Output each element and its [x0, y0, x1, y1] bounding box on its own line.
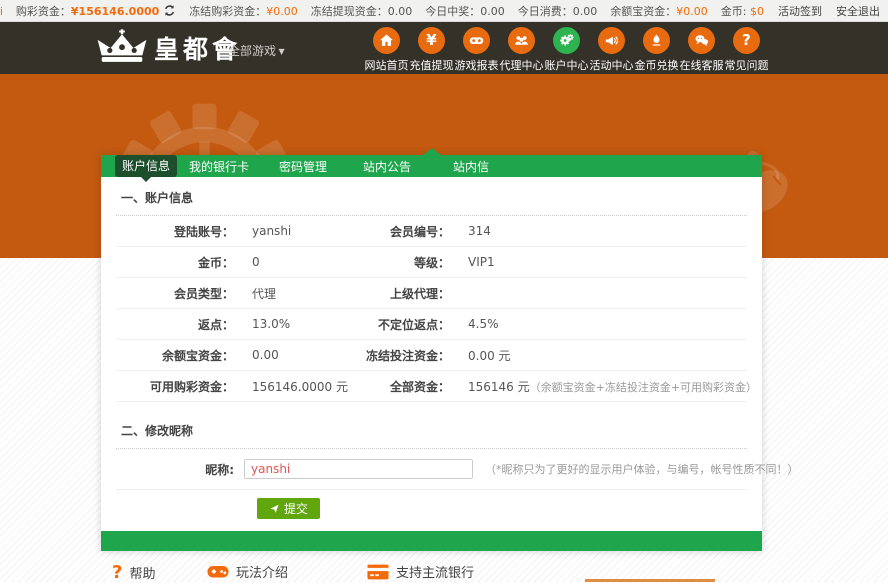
logout-link[interactable]: 安全退出	[836, 3, 880, 19]
bank-card-icon	[367, 564, 389, 580]
nav-item-game-reports[interactable]: 游戏报表	[454, 27, 499, 73]
tab-account-info[interactable]: 账户信息	[115, 155, 177, 177]
stat-today-spend: 今日消费：0.00	[518, 3, 598, 19]
section-title-nickname: 二、修改昵称	[116, 410, 747, 449]
nav-item-account-center[interactable]: 账户中心	[544, 27, 589, 73]
question-icon: ?	[733, 27, 760, 54]
nav-items: 网站首页 ¥ 充值提现 游戏报表 代理中心 账户中心	[364, 27, 769, 73]
tab-announcements[interactable]: 站内公告	[345, 158, 429, 175]
section-title-account: 一、账户信息	[116, 177, 747, 216]
gamepad-icon	[207, 564, 229, 580]
nickname-row: 昵称: （*昵称只为了更好的显示用户体验，与编号，帐号性质不同！）	[116, 449, 747, 489]
nav-item-home[interactable]: 网站首页	[364, 27, 409, 73]
username: yanshi	[0, 5, 3, 18]
gears-icon	[553, 27, 580, 54]
topbar: 您好，yanshi 购彩资金：¥156146.0000 冻结购彩资金：¥0.00…	[0, 0, 888, 22]
nav-item-gold-exchange[interactable]: 金币兑换	[634, 27, 679, 73]
nav-item-recharge[interactable]: ¥ 充值提现	[409, 27, 454, 73]
crown-icon	[96, 29, 148, 67]
home-icon	[373, 27, 400, 54]
nav-item-activity-center[interactable]: 活动中心	[589, 27, 634, 73]
stat-frozen-withdraw: 冻结提现资金：0.00	[311, 3, 413, 19]
refresh-icon[interactable]	[163, 4, 176, 17]
submit-row: 提交	[116, 489, 747, 531]
tab-password[interactable]: 密码管理	[261, 158, 345, 175]
nickname-input[interactable]	[244, 459, 473, 479]
card-body: 一、账户信息 登陆账号： yanshi 会员编号： 314 金币： 0 等级： …	[101, 177, 762, 531]
signin-link[interactable]: 活动签到	[778, 3, 822, 19]
flame-coin-icon	[643, 27, 670, 54]
navbar: 皇都會 全部游戏 ▼ 网站首页 ¥ 充值提现 游戏报表 代理中心	[0, 22, 888, 74]
total-funds-note: （余额宝资金+冻结投注资金+可用购彩资金）	[530, 381, 757, 394]
account-info-card: 账户信息 我的银行卡 密码管理 站内公告 站内信 一、账户信息 登陆账号： ya…	[101, 155, 762, 551]
chat-icon	[688, 27, 715, 54]
stat-today-win: 今日中奖：0.00	[425, 3, 505, 19]
users-icon	[508, 27, 535, 54]
brand-logo[interactable]: 皇都會	[96, 29, 241, 67]
stat-yuebao: 余额宝资金：¥0.00	[610, 3, 708, 19]
question-icon: ?	[112, 562, 122, 583]
send-icon	[269, 503, 280, 514]
gamepad-icon	[463, 27, 490, 54]
stat-frozen-purchase: 冻结购彩资金：¥0.00	[189, 3, 298, 19]
stat-gold: 金币: $0	[721, 3, 764, 19]
footer-banks-link[interactable]: 支持主流银行	[367, 562, 474, 581]
purchase-funds: 购彩资金：¥156146.0000	[16, 3, 159, 19]
nav-item-agent-center[interactable]: 代理中心	[499, 27, 544, 73]
greeting: 您好，yanshi	[0, 3, 3, 19]
all-games-dropdown[interactable]: 全部游戏 ▼	[228, 42, 285, 59]
tabbar: 账户信息 我的银行卡 密码管理 站内公告 站内信	[101, 155, 762, 177]
info-row: 余额宝资金： 0.00 冻结投注资金： 0.00 元	[116, 340, 747, 371]
submit-button[interactable]: 提交	[257, 498, 320, 519]
nickname-label: 昵称:	[116, 461, 244, 478]
nav-item-faq[interactable]: ? 常见问题	[724, 27, 769, 73]
info-row: 登陆账号： yanshi 会员编号： 314	[116, 216, 747, 247]
info-row: 会员类型： 代理 上级代理：	[116, 278, 747, 309]
info-row: 可用购彩资金： 156146.0000 元 全部资金： 156146 元（余额宝…	[116, 371, 747, 402]
info-row: 金币： 0 等级： VIP1	[116, 247, 747, 278]
megaphone-icon	[598, 27, 625, 54]
card-bottom-bar	[101, 531, 762, 551]
nav-item-online-service[interactable]: 在线客服	[679, 27, 724, 73]
tab-bank-cards[interactable]: 我的银行卡	[177, 158, 261, 175]
footer-help-link[interactable]: ? 帮助	[112, 562, 155, 583]
chevron-down-icon: ▼	[276, 47, 285, 56]
nickname-note: （*昵称只为了更好的显示用户体验，与编号，帐号性质不同！）	[485, 461, 799, 477]
footer-gameplay-link[interactable]: 玩法介绍	[207, 562, 288, 581]
info-row: 返点： 13.0% 不定位返点： 4.5%	[116, 309, 747, 340]
yen-icon: ¥	[418, 27, 445, 54]
tab-messages[interactable]: 站内信	[429, 158, 513, 175]
